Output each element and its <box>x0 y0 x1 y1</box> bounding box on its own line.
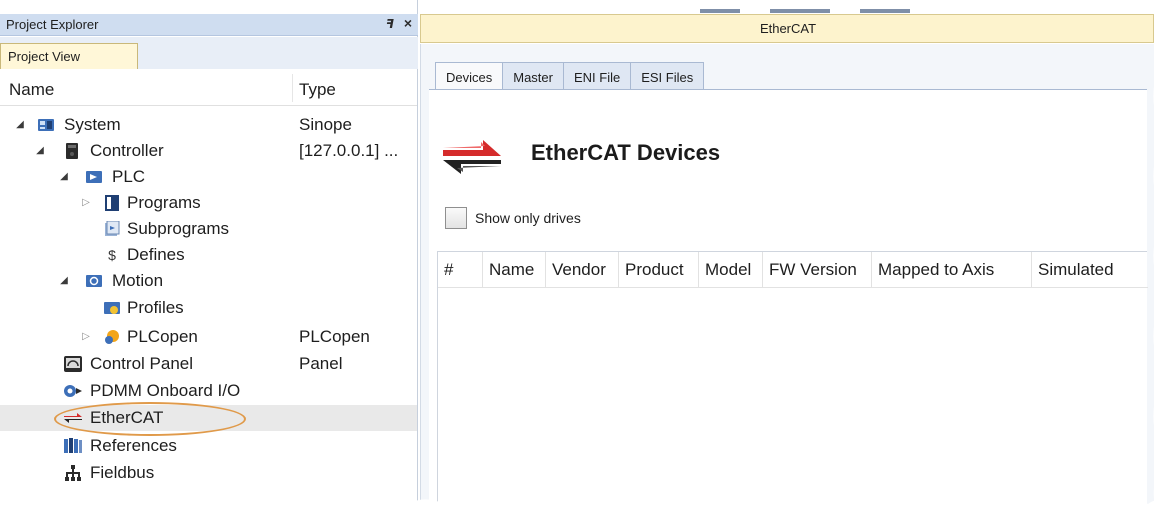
ethercat-logo-icon <box>443 140 501 174</box>
system-icon <box>37 117 55 133</box>
tree-item-label: Fieldbus <box>90 463 155 482</box>
tree-item-fieldbus[interactable]: Fieldbus <box>0 460 417 486</box>
column-header-model[interactable]: Model <box>699 252 763 288</box>
column-header-name[interactable]: Name <box>483 252 546 288</box>
column-header-type[interactable]: Type <box>299 80 336 100</box>
tree-item-label: PDMM Onboard I/O <box>90 381 241 400</box>
document-title: EtherCAT <box>759 21 817 36</box>
tree-item-plc[interactable]: ◢ PLC <box>0 164 417 190</box>
tab-esi-files[interactable]: ESI Files <box>630 62 705 90</box>
devices-table: # Name Vendor Product Model FW Version M… <box>437 251 1148 509</box>
tree-item-label: Defines <box>127 245 185 264</box>
tree-item-references[interactable]: References <box>0 433 417 459</box>
ethercat-document-panel: EtherCAT Devices Master ENI File ESI Fil… <box>420 14 1162 509</box>
tree-column-header: Name Type <box>0 70 417 106</box>
devices-table-header: # Name Vendor Product Model FW Version M… <box>438 252 1148 288</box>
column-header-simulated[interactable]: Simulated <box>1032 252 1140 288</box>
tree-item-label: Subprograms <box>127 219 230 238</box>
collapsed-arrow-icon[interactable]: ▷ <box>79 190 93 216</box>
tab-project-view[interactable]: Project View <box>0 43 138 69</box>
control-panel-icon <box>64 356 82 372</box>
expanded-arrow-icon[interactable]: ◢ <box>57 164 71 190</box>
tree-item-system[interactable]: ◢ System Sinope <box>0 112 417 138</box>
tree-item-label: Control Panel <box>90 354 194 373</box>
tree-item-label: PLCopen <box>127 327 198 346</box>
devices-tab-content: EtherCAT Devices Show only drives # Name… <box>429 89 1148 509</box>
collapsed-arrow-icon[interactable]: ▷ <box>79 324 93 350</box>
tree-item-controller[interactable]: ◢ Controller [127.0.0.1] ... <box>0 138 417 164</box>
plc-icon <box>85 169 103 185</box>
column-header-mapped-to-axis[interactable]: Mapped to Axis <box>872 252 1032 288</box>
tree-item-control-panel[interactable]: Control Panel Panel <box>0 351 417 377</box>
tree-item-profiles[interactable]: Profiles <box>0 295 417 321</box>
document-area: Devices Master ENI File ESI Files EtherC… <box>420 44 1154 509</box>
section-heading: EtherCAT Devices <box>531 140 721 165</box>
tree-item-type: [127.0.0.1] ... <box>299 141 399 160</box>
controller-icon <box>63 143 81 159</box>
tree-item-programs[interactable]: ▷ Programs <box>0 190 417 216</box>
references-icon <box>64 438 82 454</box>
tab-eni-file[interactable]: ENI File <box>562 62 632 90</box>
column-header-fw-version[interactable]: FW Version <box>763 252 872 288</box>
column-header-vendor[interactable]: Vendor <box>546 252 619 288</box>
plcopen-icon <box>103 329 121 345</box>
pin-icon[interactable]: ꟻ <box>386 17 394 31</box>
tree-item-label: References <box>90 436 177 455</box>
tree-item-type: PLCopen <box>299 327 370 346</box>
tree-item-type: Sinope <box>299 115 352 134</box>
project-explorer-header: Project Explorer ꟻ × <box>0 14 418 36</box>
torn-edge-bottom <box>0 497 1162 509</box>
expanded-arrow-icon[interactable]: ◢ <box>13 112 27 138</box>
column-header-product[interactable]: Product <box>619 252 699 288</box>
tab-devices[interactable]: Devices <box>435 62 504 91</box>
top-edge-stub <box>700 9 740 13</box>
column-header-number[interactable]: # <box>438 252 483 288</box>
subprograms-icon <box>103 221 121 237</box>
show-only-drives-checkbox[interactable] <box>445 207 467 229</box>
expanded-arrow-icon[interactable]: ◢ <box>57 268 71 294</box>
project-explorer-panel: Project Explorer ꟻ × Project View Name T… <box>0 0 418 509</box>
tree-item-subprograms[interactable]: Subprograms <box>0 216 417 242</box>
tree-item-label: Programs <box>127 193 201 212</box>
close-icon[interactable]: × <box>404 15 412 31</box>
highlight-ellipse <box>54 402 246 436</box>
torn-edge-right <box>1153 0 1162 509</box>
show-only-drives-label[interactable]: Show only drives <box>475 210 581 226</box>
tree-item-pdmm-onboard-io[interactable]: PDMM Onboard I/O <box>0 378 417 404</box>
tree-item-motion[interactable]: ◢ Motion <box>0 268 417 294</box>
document-tab-header[interactable]: EtherCAT <box>420 14 1154 43</box>
onboard-io-icon <box>64 383 82 399</box>
profiles-icon <box>103 300 121 316</box>
tree-item-label: System <box>64 115 121 134</box>
tree-item-type: Panel <box>299 354 343 373</box>
tree-item-label: Motion <box>112 271 164 290</box>
tree-item-plcopen[interactable]: ▷ PLCopen PLCopen <box>0 324 417 350</box>
project-explorer-title: Project Explorer <box>6 17 99 32</box>
top-edge-stub <box>770 9 830 13</box>
expanded-arrow-icon[interactable]: ◢ <box>33 138 47 164</box>
tab-master[interactable]: Master <box>502 62 564 90</box>
tree-item-label: Profiles <box>127 298 184 317</box>
tree-item-defines[interactable]: $ Defines <box>0 242 417 268</box>
tree-item-label: PLC <box>112 167 146 186</box>
fieldbus-icon <box>64 465 82 481</box>
defines-icon: $ <box>108 247 116 263</box>
programs-icon <box>103 195 121 211</box>
tree-item-label: Controller <box>90 141 164 160</box>
motion-icon <box>85 273 103 289</box>
top-edge-stub <box>860 9 910 13</box>
project-explorer-tabstrip: Project View <box>0 37 418 69</box>
column-divider[interactable] <box>292 74 293 102</box>
ethercat-tab-strip: Devices Master ENI File ESI Files <box>435 62 705 91</box>
column-header-name[interactable]: Name <box>9 80 54 100</box>
